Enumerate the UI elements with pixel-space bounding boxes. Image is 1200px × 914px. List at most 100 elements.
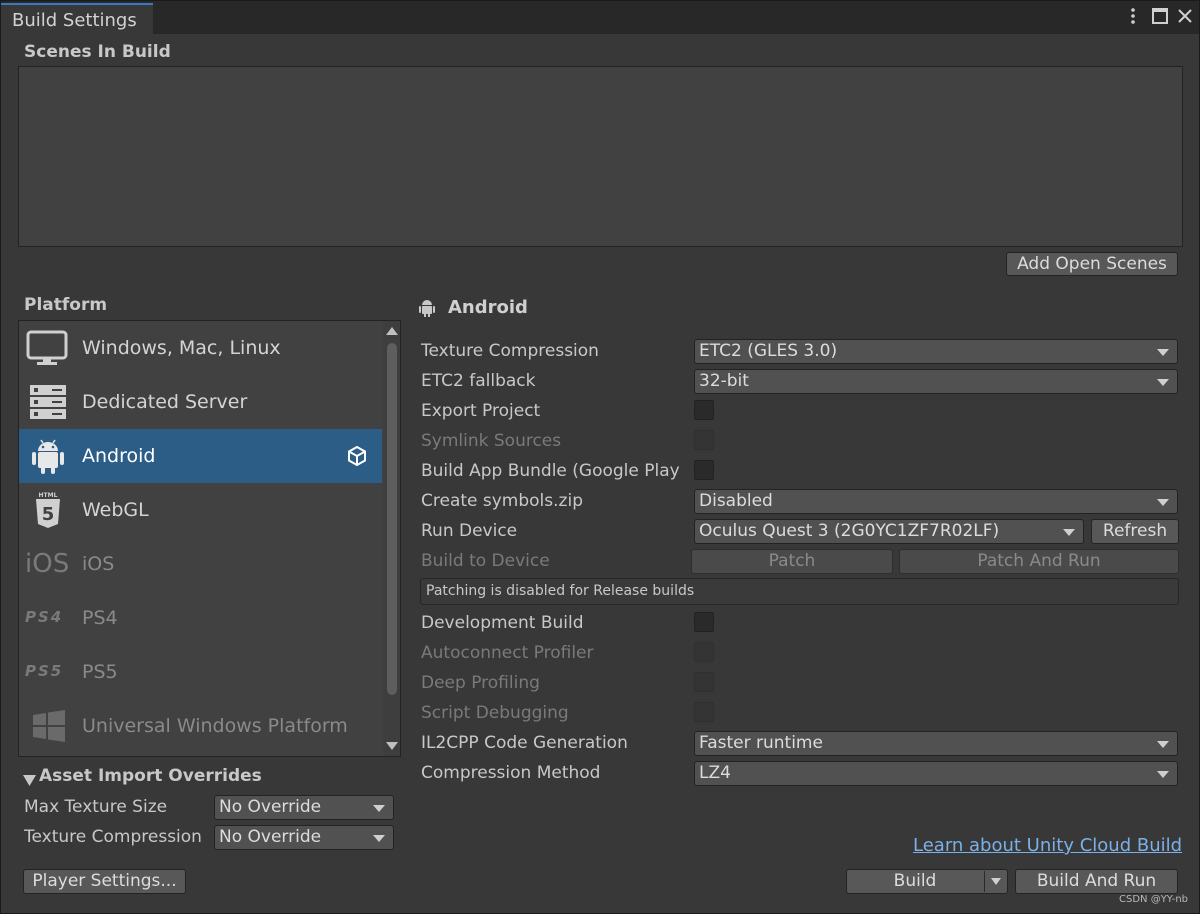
platform-settings-title: Android (448, 297, 528, 318)
platform-item-windows-mac-linux[interactable]: Windows, Mac, Linux (19, 321, 382, 375)
platform-label: iOS (82, 553, 115, 575)
compression-method-label: Compression Method (421, 763, 601, 783)
etc2-fallback-label: ETC2 fallback (421, 371, 536, 391)
scenes-list[interactable] (18, 66, 1183, 247)
etc2-fallback-dropdown[interactable]: 32-bit (694, 369, 1178, 394)
ps5-icon: PS5 (25, 662, 64, 680)
svg-text:HTML: HTML (39, 492, 58, 499)
max-texture-size-label: Max Texture Size (24, 797, 168, 817)
platform-label: Windows, Mac, Linux (82, 337, 281, 359)
platform-item-dedicated-server[interactable]: Dedicated Server (19, 375, 382, 429)
build-button-label: Build (893, 871, 937, 891)
run-device-dropdown[interactable]: Oculus Quest 3 (2G0YC1ZF7R02LF) (694, 519, 1084, 544)
watermark: CSDN @YY-nb (1119, 894, 1189, 905)
chevron-down-icon (991, 878, 1001, 885)
platform-item-webgl[interactable]: HTML 5 WebGL (19, 483, 382, 537)
dropdown-value: 32-bit (699, 371, 749, 391)
il2cpp-code-generation-dropdown[interactable]: Faster runtime (694, 731, 1178, 756)
monitor-icon (25, 329, 71, 367)
platform-label: WebGL (82, 499, 149, 521)
dropdown-value: No Override (219, 797, 322, 817)
il2cpp-code-generation-label: IL2CPP Code Generation (421, 733, 628, 753)
build-button-divider (984, 871, 985, 892)
build-to-device-label: Build to Device (421, 551, 550, 571)
max-texture-size-dropdown[interactable]: No Override (214, 795, 394, 820)
chevron-down-icon (1157, 499, 1169, 506)
dropdown-value: ETC2 (GLES 3.0) (699, 341, 838, 361)
platform-list[interactable]: Windows, Mac, Linux Dedicated Server And… (18, 320, 401, 757)
server-icon (25, 383, 71, 421)
export-project-label: Export Project (421, 401, 541, 421)
texture-compression-dropdown[interactable]: ETC2 (GLES 3.0) (694, 339, 1178, 364)
compression-method-dropdown[interactable]: LZ4 (694, 761, 1178, 786)
close-icon[interactable] (1176, 7, 1194, 25)
scroll-down-arrow-icon[interactable] (386, 742, 398, 750)
deep-profiling-checkbox (694, 672, 714, 692)
platform-item-android[interactable]: Android (19, 429, 382, 483)
platform-label: Dedicated Server (82, 391, 248, 413)
android-icon (417, 297, 437, 322)
symlink-sources-label: Symlink Sources (421, 431, 562, 451)
platform-label: Universal Windows Platform (82, 715, 348, 737)
platform-title: Platform (24, 295, 108, 315)
svg-text:5: 5 (42, 504, 55, 525)
platform-label: Android (82, 445, 156, 467)
chevron-down-icon (1157, 349, 1169, 356)
html5-icon: HTML 5 (25, 491, 71, 529)
chevron-down-icon (373, 835, 385, 842)
chevron-down-icon (373, 805, 385, 812)
add-open-scenes-button[interactable]: Add Open Scenes (1006, 252, 1178, 276)
build-app-bundle-checkbox[interactable] (694, 460, 714, 480)
create-symbols-dropdown[interactable]: Disabled (694, 489, 1178, 514)
refresh-button[interactable]: Refresh (1091, 519, 1179, 544)
build-settings-window: Build Settings Scenes In Build Add Open … (0, 0, 1200, 914)
platform-item-ios[interactable]: iOS iOS (19, 537, 382, 591)
script-debugging-checkbox (694, 702, 714, 722)
dropdown-value: No Override (219, 827, 322, 847)
android-icon (25, 437, 71, 475)
platform-label: PS4 (82, 607, 118, 629)
asset-texture-compression-dropdown[interactable]: No Override (214, 825, 394, 850)
scenes-in-build-title: Scenes In Build (24, 42, 171, 62)
player-settings-button[interactable]: Player Settings... (23, 869, 186, 894)
symlink-sources-checkbox (694, 430, 714, 450)
window-tab-bar: Build Settings (1, 1, 1199, 34)
patch-and-run-button: Patch And Run (899, 549, 1179, 574)
asset-import-overrides-title[interactable]: Asset Import Overrides (39, 766, 262, 786)
script-debugging-label: Script Debugging (421, 703, 569, 723)
scroll-up-arrow-icon[interactable] (386, 327, 398, 335)
development-build-checkbox[interactable] (694, 612, 714, 632)
build-options-dropdown[interactable] (988, 869, 1008, 894)
kebab-menu-icon[interactable] (1124, 7, 1142, 25)
windows-logo-icon (25, 707, 71, 745)
dropdown-value: Oculus Quest 3 (2G0YC1ZF7R02LF) (699, 521, 1000, 541)
build-app-bundle-label: Build App Bundle (Google Play (421, 461, 680, 481)
export-project-checkbox[interactable] (694, 400, 714, 420)
development-build-label: Development Build (421, 613, 584, 633)
asset-texture-compression-label: Texture Compression (24, 827, 202, 847)
texture-compression-label: Texture Compression (421, 341, 599, 361)
patch-disabled-help-box: Patching is disabled for Release builds (420, 578, 1179, 605)
platform-item-uwp[interactable]: Universal Windows Platform (19, 699, 382, 753)
ios-icon: iOS (25, 549, 70, 579)
platform-item-ps5[interactable]: PS5 PS5 (19, 645, 382, 699)
autoconnect-profiler-label: Autoconnect Profiler (421, 643, 594, 663)
chevron-down-icon (1157, 741, 1169, 748)
ps4-icon: PS4 (25, 608, 64, 626)
dropdown-value: LZ4 (699, 763, 731, 783)
platform-item-ps4[interactable]: PS4 PS4 (19, 591, 382, 645)
autoconnect-profiler-checkbox (694, 642, 714, 662)
maximize-icon[interactable] (1151, 7, 1169, 25)
platform-scrollbar-thumb[interactable] (387, 343, 397, 695)
chevron-down-icon (1157, 771, 1169, 778)
foldout-triangle-icon[interactable] (23, 771, 36, 791)
unity-logo-icon (347, 445, 367, 471)
chevron-down-icon (1063, 529, 1075, 536)
chevron-down-icon (1157, 379, 1169, 386)
unity-cloud-build-link[interactable]: Learn about Unity Cloud Build (913, 835, 1182, 856)
tab-build-settings[interactable]: Build Settings (1, 3, 153, 34)
platform-label: PS5 (82, 661, 118, 683)
patch-button: Patch (691, 549, 893, 574)
build-and-run-button[interactable]: Build And Run (1015, 869, 1178, 894)
dropdown-value: Faster runtime (699, 733, 823, 753)
